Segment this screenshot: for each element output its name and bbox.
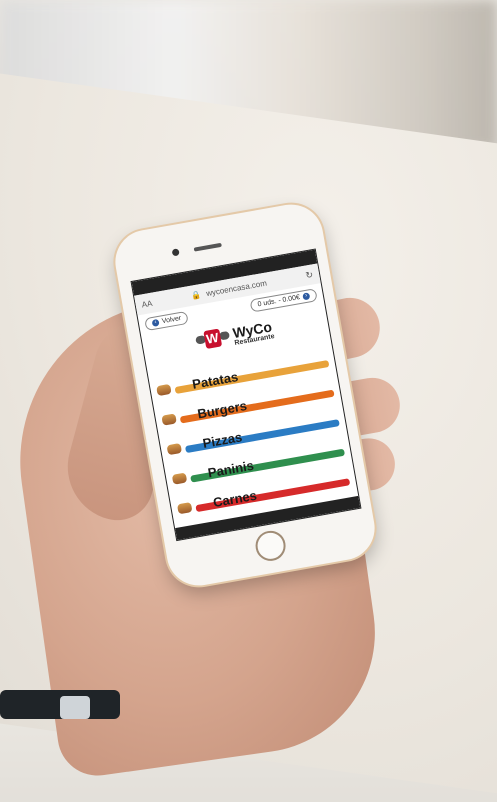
pizza-icon bbox=[166, 442, 183, 456]
lock-icon: 🔒 bbox=[190, 289, 202, 301]
meat-icon bbox=[176, 502, 193, 515]
panini-icon bbox=[171, 472, 188, 485]
watch-band bbox=[60, 696, 90, 719]
text-size-button[interactable]: AA bbox=[141, 298, 153, 309]
fries-icon bbox=[156, 383, 172, 397]
home-button[interactable] bbox=[253, 528, 288, 564]
burger-icon bbox=[161, 413, 177, 426]
back-button[interactable]: ‹ Volver bbox=[144, 310, 190, 332]
category-menu: Patatas Burgers Pizzas Paninis Carnes bbox=[146, 331, 356, 517]
cart-arrow-icon: › bbox=[302, 292, 311, 301]
reload-icon[interactable]: ↻ bbox=[305, 269, 314, 281]
logo-letter: W bbox=[203, 328, 222, 350]
menu-label-carnes: Carnes bbox=[211, 487, 258, 511]
back-button-label: Volver bbox=[161, 314, 182, 326]
back-arrow-icon: ‹ bbox=[151, 318, 160, 327]
front-camera-icon bbox=[171, 248, 180, 257]
cart-button-label: 0 uds. - 0.00€ bbox=[257, 294, 301, 309]
winged-w-logo-icon: W bbox=[194, 325, 230, 354]
phone-screen: AA 🔒 wycoencasa.com ↻ ‹ Volver 0 uds. - … bbox=[130, 248, 362, 542]
speaker-grille bbox=[193, 242, 222, 252]
